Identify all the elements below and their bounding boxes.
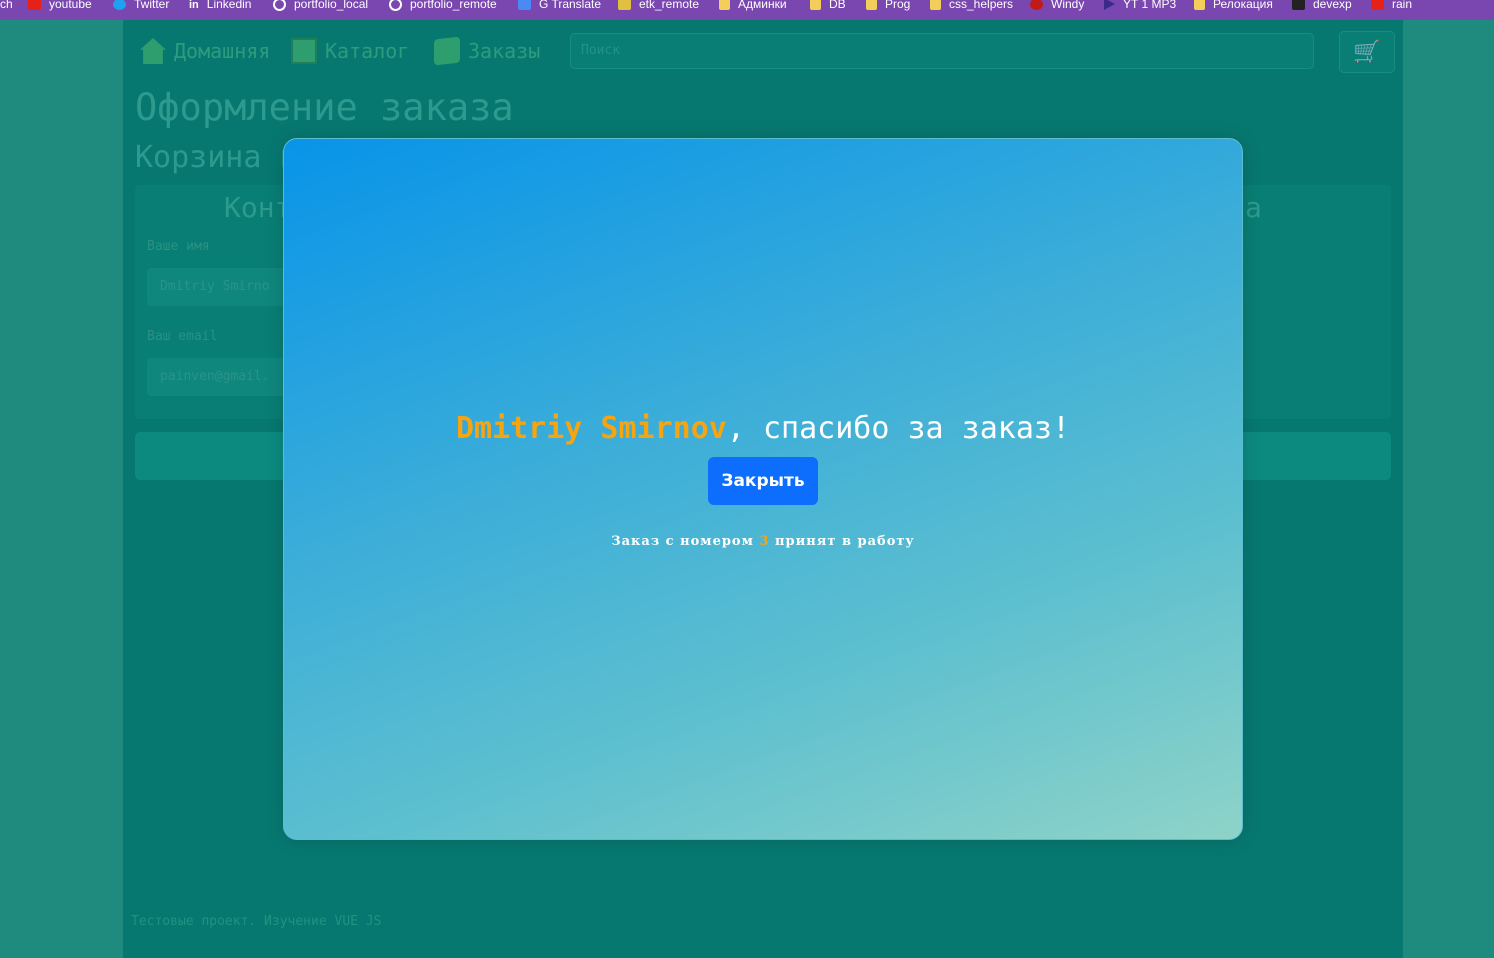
- thanks-message: Dmitriy Smirnov, спасибо за заказ!: [284, 411, 1242, 446]
- bookmark-youtube[interactable]: youtube: [28, 0, 92, 13]
- bookmark-linkedin[interactable]: in Linkedin: [189, 0, 251, 13]
- globe-icon: [389, 0, 402, 11]
- windy-icon: [1030, 0, 1043, 10]
- bookmark-devexp[interactable]: devexp: [1292, 0, 1352, 13]
- bookmark-portfolio-local[interactable]: portfolio_local: [273, 0, 368, 13]
- folder-icon: [810, 0, 821, 10]
- folder-icon: [930, 0, 941, 10]
- thanks-text: , спасибо за заказ!: [726, 411, 1071, 446]
- youtube-icon: [28, 0, 41, 10]
- folder-icon: [1194, 0, 1205, 10]
- page-title: Оформление заказа: [135, 86, 514, 129]
- bookmarks-bar: ch youtube Twitter in Linkedin portfolio_…: [0, 0, 1494, 20]
- name-label: Ваше имя: [147, 239, 210, 254]
- close-button[interactable]: Закрыть: [708, 457, 818, 505]
- orders-icon: [434, 36, 460, 66]
- bookmark-prog[interactable]: Prog: [866, 0, 910, 13]
- bookmark-g-translate[interactable]: G Translate: [518, 0, 601, 13]
- catalog-icon: [291, 38, 317, 64]
- nav-home[interactable]: Домашняя: [140, 38, 270, 64]
- contacts-title: Конт: [224, 191, 292, 224]
- bookmark-ch[interactable]: ch: [0, 0, 13, 13]
- cart-button[interactable]: 🛒: [1339, 31, 1395, 73]
- bookmark-relocation[interactable]: Релокация: [1194, 0, 1273, 13]
- globe-icon: [273, 0, 286, 11]
- bookmark-admins[interactable]: Админки: [719, 0, 787, 13]
- customer-name: Dmitriy Smirnov: [455, 411, 727, 446]
- cart-heading: Корзина п: [135, 140, 298, 175]
- linkedin-icon: in: [189, 0, 199, 11]
- bookmark-etk-remote[interactable]: etk_remote: [618, 0, 699, 13]
- home-icon: [140, 38, 166, 64]
- summary-title: а: [1245, 191, 1262, 224]
- cart-icon: 🛒: [1353, 39, 1381, 65]
- email-label: Ваш email: [147, 329, 218, 344]
- bookmark-db[interactable]: DB: [810, 0, 846, 13]
- order-success-modal: Dmitriy Smirnov, спасибо за заказ! Закры…: [283, 138, 1243, 840]
- play-icon: [1104, 0, 1115, 10]
- bookmark-rain[interactable]: rain: [1371, 0, 1412, 13]
- footer-text: Тестовые проект. Изучение VUE JS: [131, 914, 382, 929]
- bookmark-twitter[interactable]: Twitter: [113, 0, 169, 13]
- devexp-icon: [1292, 0, 1305, 10]
- order-note: Заказ с номером 3 принят в работу: [611, 534, 915, 549]
- translate-icon: [518, 0, 531, 10]
- youtube-icon: [1371, 0, 1384, 10]
- folder-icon: [719, 0, 730, 10]
- nav-orders[interactable]: Заказы: [434, 36, 540, 66]
- bookmark-portfolio-remote[interactable]: portfolio_remote: [389, 0, 497, 13]
- nav-catalog[interactable]: Каталог: [291, 38, 409, 64]
- bookmark-css-helpers[interactable]: css_helpers: [930, 0, 1013, 13]
- folder-icon: [866, 0, 877, 10]
- order-number: 3: [759, 534, 770, 549]
- bookmark-yt-mp3[interactable]: YT 1 MP3: [1104, 0, 1176, 13]
- search-input[interactable]: Поиск: [570, 33, 1314, 69]
- etk-icon: [618, 0, 631, 10]
- bookmark-windy[interactable]: Windy: [1030, 0, 1084, 13]
- twitter-icon: [113, 0, 126, 10]
